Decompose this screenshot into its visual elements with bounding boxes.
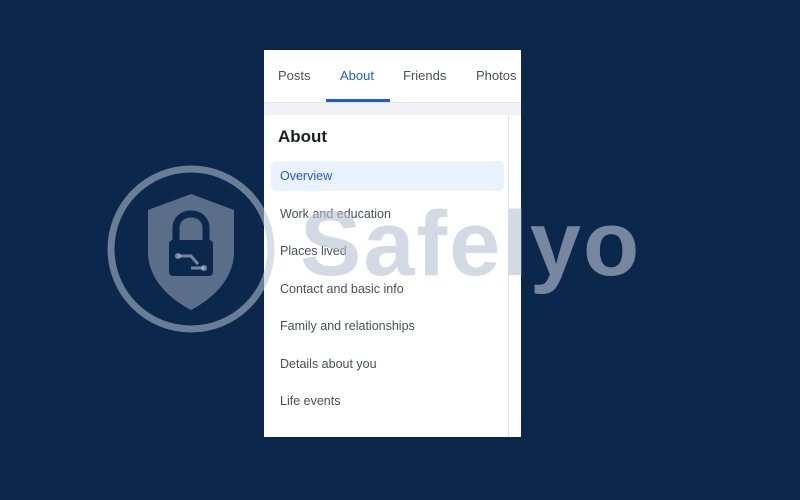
about-item-life-events[interactable]: Life events [271,386,504,416]
tab-posts[interactable]: Posts [278,50,311,102]
about-item-contact-info[interactable]: Contact and basic info [271,274,504,304]
shield-lock-icon [107,165,275,333]
content-divider [508,115,509,437]
active-tab-indicator [326,99,390,102]
profile-tabs: Posts About Friends Photos [264,50,521,103]
profile-panel: Posts About Friends Photos About Overvie… [264,50,521,437]
about-card: About Overview Work and education Places… [266,115,509,437]
about-item-family-relationships[interactable]: Family and relationships [271,311,504,341]
tab-photos[interactable]: Photos [476,50,516,102]
tab-about[interactable]: About [340,50,374,102]
tab-friends[interactable]: Friends [403,50,446,102]
about-item-details-about-you[interactable]: Details about you [271,349,504,379]
about-item-work-education[interactable]: Work and education [271,199,504,229]
section-gap [264,103,521,115]
about-title: About [278,127,328,146]
about-item-places-lived[interactable]: Places lived [271,236,504,266]
about-item-overview[interactable]: Overview [271,161,504,191]
